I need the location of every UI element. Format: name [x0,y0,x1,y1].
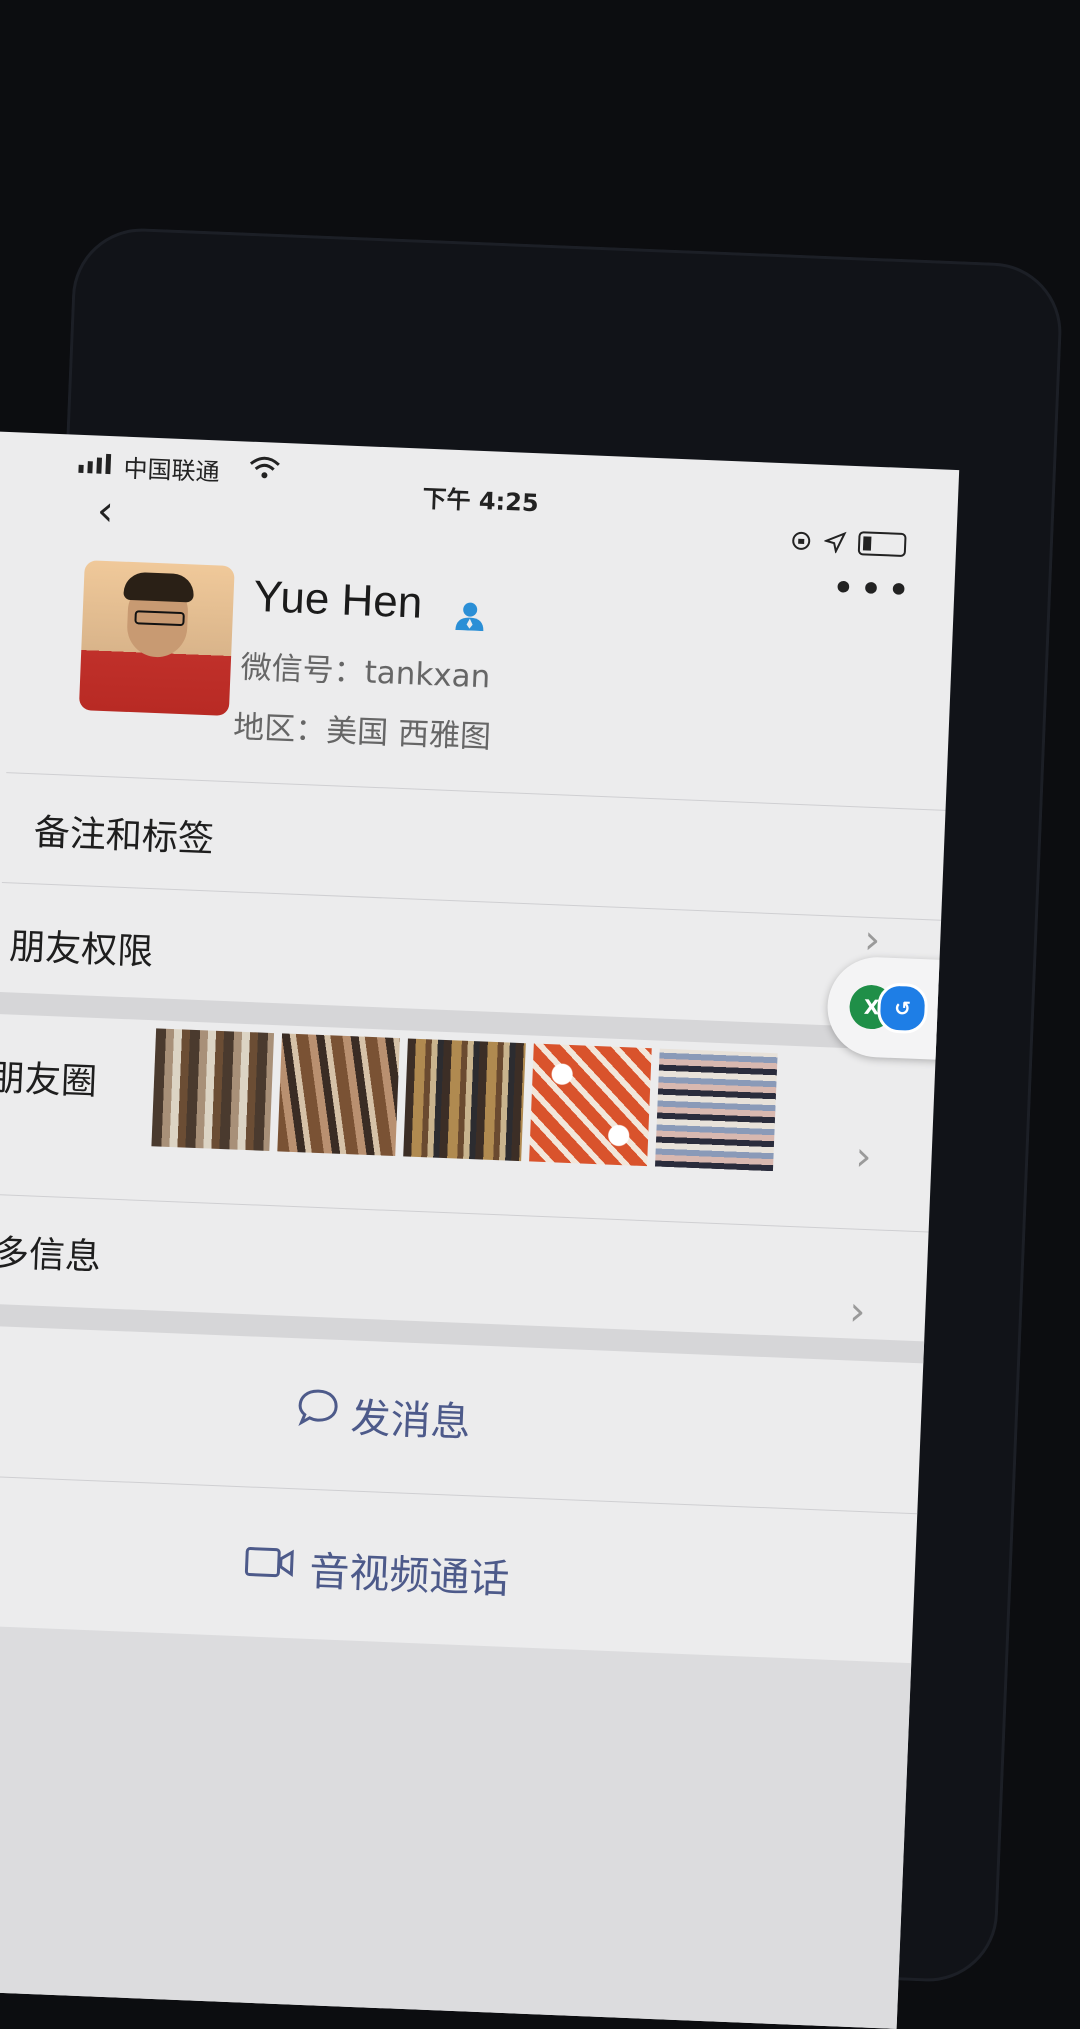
wifi-icon [249,456,280,479]
back-button[interactable]: ‹ [96,486,115,536]
moments-thumbnail [529,1043,652,1167]
moments-thumbnails [151,1028,778,1172]
carrier-name: 中国联通 [123,454,221,487]
row-moments-label: 朋友圈 [0,1057,98,1104]
row-more-info-label: 更多信息 [0,1231,102,1279]
contact-profile-screen: 中国联通 下午 4:25 ‹ ••• Yue Hen 微信号：tankxan 地… [0,430,960,2029]
signal-icon [78,453,112,475]
orientation-lock-icon [792,531,811,550]
app-icon: ↺ [876,982,929,1035]
chat-bubble-icon [298,1389,338,1426]
video-call-label: 音视频通话 [308,1548,511,1603]
contact-person-icon [455,602,484,632]
moments-thumbnail [277,1033,400,1157]
status-right-icons [790,528,907,558]
chevron-right-icon: › [854,1133,873,1181]
more-button[interactable]: ••• [831,565,916,614]
bottom-area [0,1623,912,2029]
avatar-glasses [134,610,185,627]
status-time: 下午 4:25 [422,484,540,518]
profile-name: Yue Hen [252,571,424,628]
wechat-id: 微信号：tankxan [239,649,491,696]
moments-thumbnail [655,1048,778,1172]
row-permissions-label: 朋友权限 [8,926,155,974]
chevron-right-icon: › [848,1288,867,1336]
chevron-left-icon: ‹ [95,485,115,536]
video-camera-icon [244,1547,294,1578]
more-icon: ••• [830,565,916,615]
avatar[interactable] [78,560,235,717]
avatar-hair [123,571,195,603]
moments-thumbnail [151,1028,275,1151]
location-icon [823,531,847,554]
moments-thumbnail [403,1038,526,1162]
row-remarks-label: 备注和标签 [33,812,215,861]
send-message-label: 发消息 [349,1395,472,1447]
battery-icon [857,531,907,558]
region: 地区：美国 西雅图 [232,709,492,756]
